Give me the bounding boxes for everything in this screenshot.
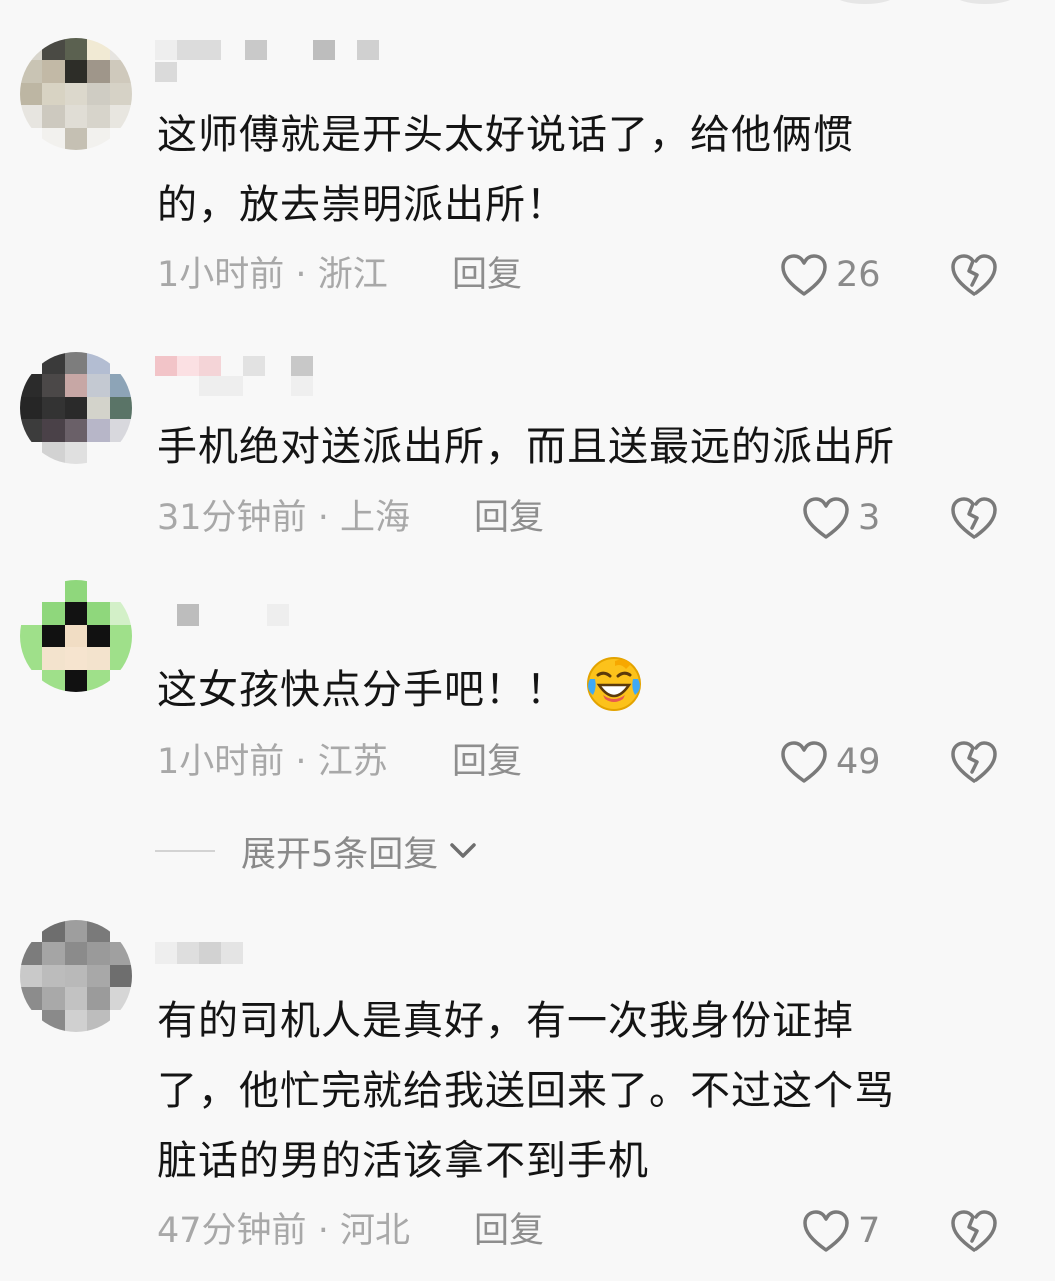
comment-location: 江苏 — [317, 742, 388, 782]
comment-location: 浙江 — [317, 255, 388, 295]
reply-button[interactable]: 回复 — [452, 250, 522, 300]
comment-text-line: 这师傅就是开头太好说话了，给他俩惯 — [157, 112, 854, 158]
comment-time: 47分钟前 — [157, 1211, 307, 1251]
reply-button[interactable]: 回复 — [474, 493, 544, 543]
meta-separator: · — [295, 255, 318, 295]
broken-heart-icon[interactable] — [950, 738, 998, 786]
username-redacted[interactable] — [155, 40, 385, 82]
like-count: 49 — [836, 742, 881, 782]
broken-heart-icon[interactable] — [950, 1207, 998, 1255]
comment-text: 有的司机人是真好，有一次我身份证掉 了，他忙完就给我送回来了。不过这个骂 脏话的… — [157, 986, 997, 1196]
username-redacted[interactable] — [155, 604, 295, 640]
comment-meta: 47分钟前 · 河北 — [157, 1206, 410, 1256]
comment-text-content: 这女孩快点分手吧！！ — [157, 667, 567, 713]
laughing-crying-face-icon — [587, 657, 641, 711]
avatar[interactable] — [20, 580, 132, 692]
avatar[interactable] — [20, 38, 132, 150]
comment-text-line: 这女孩快点分手吧！！ — [157, 655, 997, 725]
avatar[interactable] — [20, 352, 132, 464]
like-button[interactable]: 3 — [802, 493, 880, 543]
heart-outline-icon — [803, 497, 849, 539]
comment-text-line: 的，放去崇明派出所！ — [157, 182, 567, 228]
heart-outline-icon — [803, 1210, 849, 1252]
expand-divider — [155, 850, 215, 852]
chevron-down-icon — [450, 843, 477, 858]
comment-text: 这师傅就是开头太好说话了，给他俩惯 的，放去崇明派出所！ — [157, 100, 997, 240]
meta-separator: · — [295, 742, 318, 782]
expand-replies-label: 展开5条回复 — [241, 834, 439, 875]
comment-text: 这女孩快点分手吧！！ — [157, 655, 997, 725]
comment-location: 河北 — [339, 1211, 410, 1251]
like-count: 3 — [858, 498, 881, 538]
comment-meta: 31分钟前 · 上海 — [157, 493, 410, 543]
broken-heart-icon[interactable] — [950, 251, 998, 299]
username-redacted[interactable] — [155, 942, 245, 978]
comment-text: 手机绝对送派出所，而且送最远的派出所 — [157, 412, 997, 482]
like-count: 26 — [836, 255, 881, 295]
meta-separator: · — [317, 1211, 340, 1251]
reply-button[interactable]: 回复 — [474, 1206, 544, 1256]
like-button[interactable]: 7 — [802, 1206, 880, 1256]
heart-outline-icon — [781, 254, 827, 296]
avatar[interactable] — [20, 920, 132, 1032]
previous-item-edge — [835, 0, 895, 4]
comment-meta: 1小时前 · 江苏 — [157, 737, 388, 787]
comment-time: 1小时前 — [157, 255, 285, 295]
meta-separator: · — [317, 498, 340, 538]
like-button[interactable]: 49 — [780, 737, 881, 787]
comment-meta: 1小时前 · 浙江 — [157, 250, 388, 300]
comment-time: 1小时前 — [157, 742, 285, 782]
like-button[interactable]: 26 — [780, 250, 881, 300]
comment-text-line: 有的司机人是真好，有一次我身份证掉 — [157, 998, 854, 1044]
heart-outline-icon — [781, 741, 827, 783]
reply-button[interactable]: 回复 — [452, 737, 522, 787]
comment-time: 31分钟前 — [157, 498, 307, 538]
comment-text-line: 了，他忙完就给我送回来了。不过这个骂 — [157, 1068, 895, 1114]
broken-heart-icon[interactable] — [950, 494, 998, 542]
comment-text-line: 手机绝对送派出所，而且送最远的派出所 — [157, 424, 895, 470]
comment-location: 上海 — [339, 498, 410, 538]
comment-text-line: 脏话的男的活该拿不到手机 — [157, 1138, 649, 1184]
username-redacted[interactable] — [155, 356, 315, 396]
expand-replies-button[interactable]: 展开5条回复 — [155, 826, 478, 876]
like-count: 7 — [858, 1211, 881, 1251]
previous-item-edge — [955, 0, 1015, 4]
